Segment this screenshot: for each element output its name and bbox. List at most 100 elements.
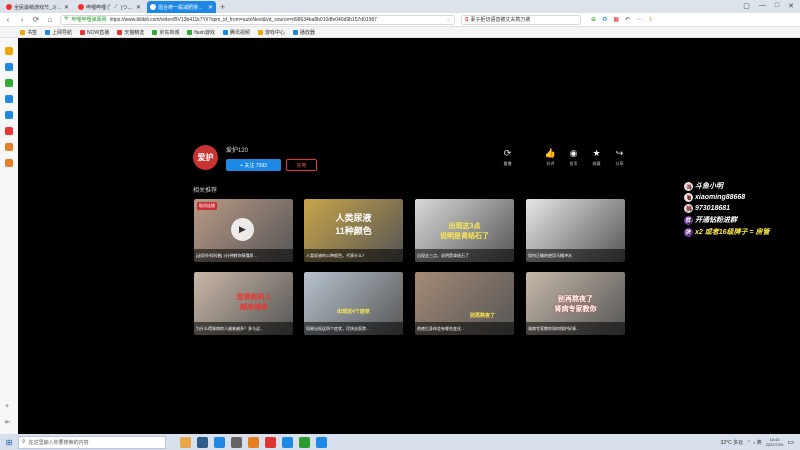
coin-button[interactable]: ◉ 投币 bbox=[562, 149, 585, 167]
tab-title: 哔哩哔哩 (゜-゜)つロ 干杯~-bilibili bbox=[86, 4, 134, 11]
favorite-button[interactable]: ★ 收藏 bbox=[585, 149, 608, 167]
refresh-icon[interactable]: ⟳ bbox=[32, 15, 40, 24]
back-icon[interactable]: ‹ bbox=[4, 15, 12, 24]
play-icon[interactable]: ▶ bbox=[231, 218, 254, 241]
taskbar-app-icon[interactable] bbox=[265, 436, 276, 448]
extension-icon[interactable]: ⊕ bbox=[591, 16, 596, 23]
replay-button[interactable]: ⟳ 重播 bbox=[496, 149, 519, 167]
toolbar-icons: ⊕ ♻ ▦ ↶ ⋯ ⇩ bbox=[591, 16, 653, 23]
browser-tab-active[interactable]: 混合痔一般减肥排尿 出钟血的原因✕ bbox=[147, 1, 216, 13]
replay-icon: ⟳ bbox=[503, 148, 512, 158]
video-title: [泌尿外科科普] 3分钟教你搞懂尿... bbox=[194, 249, 293, 262]
related-video-card[interactable]: 出现这3点 说明是肾结石了 出现这三点，说明是肾结石了 bbox=[415, 199, 514, 262]
related-video-card[interactable]: 人类尿液 11种颜色 人类尿液的11种颜色，代表什么？ bbox=[304, 199, 403, 262]
window-controls: ▢ — □ ✕ bbox=[737, 0, 800, 12]
share-button[interactable]: ↪ 分享 bbox=[608, 149, 631, 167]
bookmark-item[interactable]: NOW直播 bbox=[80, 29, 109, 36]
taskbar-app-icon[interactable] bbox=[299, 436, 310, 448]
more-icon[interactable]: ⋯ bbox=[636, 16, 642, 23]
taskbar-app-icon[interactable] bbox=[316, 436, 327, 448]
sidebar-app-icon[interactable] bbox=[5, 63, 13, 71]
avatar[interactable]: 爱护 bbox=[193, 145, 218, 170]
site-label: 哔哩哔哩弹幕网 bbox=[71, 17, 107, 23]
taskbar-app-icon[interactable] bbox=[231, 436, 242, 448]
bilibili-favicon-icon bbox=[78, 4, 84, 10]
taskbar-search[interactable]: ⚲ 在这里输入你要搜索的内容 bbox=[18, 435, 166, 449]
restore-icon[interactable]: ▢ bbox=[743, 2, 750, 10]
taskbar-app-icon[interactable] bbox=[214, 436, 225, 448]
search-placeholder: 在这里输入你要搜索的内容 bbox=[28, 439, 89, 446]
related-video-card[interactable]: 出现这4个症状 如果出现这四个症状，尽快去医院... bbox=[304, 272, 403, 335]
douyu-icon: 斗 bbox=[684, 181, 693, 191]
taskbar-app-icon[interactable] bbox=[248, 436, 259, 448]
bookmark-item[interactable]: 天猫精选 bbox=[117, 29, 144, 36]
maximize-icon[interactable]: □ bbox=[775, 2, 779, 10]
related-video-card[interactable]: 别再熬夜了 肾病专家教你 肾病专家教你如何保护好肾... bbox=[526, 272, 625, 335]
related-video-card[interactable]: 取消连播 ▶ [泌尿外科科普] 3分钟教你搞懂尿... bbox=[194, 199, 293, 262]
overlay-line: 牌 x2 或者16级牌子 = 房管 bbox=[684, 227, 770, 237]
taskbar-app-icon[interactable] bbox=[197, 436, 208, 448]
close-tab-icon[interactable]: ✕ bbox=[64, 4, 69, 11]
coin-icon: ◉ bbox=[569, 148, 578, 158]
bookmark-item[interactable]: 上网导航 bbox=[45, 29, 72, 36]
tray-icons[interactable]: ⌃ ♪ 英 bbox=[747, 439, 761, 446]
sync-icon[interactable]: ♻ bbox=[602, 16, 607, 23]
sidebar-bookmark-icon[interactable] bbox=[5, 47, 13, 55]
thumbnail-caption: 别再熬夜了 肾病专家教你 bbox=[554, 296, 597, 313]
taskbar-browser-icon[interactable] bbox=[282, 436, 293, 448]
follow-button[interactable]: + 关注 7993 bbox=[226, 159, 281, 171]
bookmark-item[interactable]: 京东商城 bbox=[152, 29, 179, 36]
start-button[interactable]: ⊞ bbox=[0, 434, 18, 450]
group-icon: 群 bbox=[684, 215, 693, 225]
bookmark-item[interactable]: 游戏中心 bbox=[257, 29, 285, 36]
search-input[interactable]: S 妻子拒切语音被丈夫携刀袭 bbox=[461, 14, 581, 25]
bookmark-star-icon[interactable]: ☆ bbox=[447, 17, 451, 23]
new-tab-button[interactable]: + bbox=[220, 2, 225, 12]
taskbar-app-icon[interactable] bbox=[180, 436, 191, 448]
sidebar-app-icon[interactable] bbox=[5, 143, 13, 151]
bookmark-star-icon bbox=[20, 29, 25, 35]
sidebar-app-icon[interactable] bbox=[5, 95, 13, 103]
home-icon[interactable]: ⌂ bbox=[46, 15, 54, 24]
related-video-card[interactable]: 别再熬夜了 熬夜后身体会有哪些变化... bbox=[415, 272, 514, 335]
thumbs-up-icon: 👍 bbox=[544, 148, 557, 158]
collapse-icon[interactable]: ⇤ bbox=[5, 418, 11, 426]
taskbar-apps bbox=[180, 436, 327, 448]
sidebar-wechat-icon[interactable] bbox=[5, 79, 13, 87]
browser-tab[interactable]: 哔哩哔哩 (゜-゜)つロ 干杯~-bilibili✕ bbox=[75, 1, 144, 13]
url-input[interactable]: ⛨ 哔哩哔哩弹幕网 https://www.bilibili.com/video… bbox=[60, 14, 455, 25]
related-video-card[interactable]: 如何正确的使用马桶冲水 bbox=[526, 199, 625, 262]
close-window-icon[interactable]: ✕ bbox=[788, 2, 794, 10]
sidebar-app-icon[interactable] bbox=[5, 159, 13, 167]
thumbnail-caption: 人类尿液 11种颜色 bbox=[335, 213, 372, 236]
author-name[interactable]: 爱护120 bbox=[226, 145, 317, 154]
sidebar-weibo-icon[interactable] bbox=[5, 127, 13, 135]
sidebar-app-icon[interactable] bbox=[5, 111, 13, 119]
apps-icon[interactable]: ▦ bbox=[613, 16, 619, 23]
add-icon[interactable]: + bbox=[5, 403, 11, 410]
forward-icon[interactable]: › bbox=[18, 15, 26, 24]
undo-icon[interactable]: ↶ bbox=[625, 16, 630, 23]
bookmark-item[interactable]: 腾讯视频 bbox=[222, 29, 250, 36]
close-tab-icon[interactable]: ✕ bbox=[208, 4, 213, 11]
notification-icon[interactable]: ▭ bbox=[787, 438, 794, 446]
like-button[interactable]: 👍 好评 bbox=[539, 149, 562, 167]
download-icon[interactable]: ⇩ bbox=[648, 16, 653, 23]
bookmark-item[interactable]: 书签 bbox=[20, 29, 37, 36]
bookmark-item[interactable]: flash游戏 bbox=[187, 29, 215, 36]
close-tab-icon[interactable]: ✕ bbox=[136, 4, 141, 11]
video-title: 如何正确的使用马桶冲水 bbox=[526, 249, 625, 262]
bookmark-item[interactable]: 播放器 bbox=[292, 29, 315, 36]
browser-tab[interactable]: 全民最萌游戏节_斗鱼直播平台✕ bbox=[3, 1, 72, 13]
related-video-card[interactable]: 患肾病的人 越来越多 为什么得肾病的人越来越多？多与这... bbox=[194, 272, 293, 335]
weather[interactable]: 32°C 多云 bbox=[721, 439, 744, 446]
minimize-icon[interactable]: — bbox=[759, 2, 766, 10]
cancel-autoplay-badge[interactable]: 取消连播 bbox=[197, 202, 217, 210]
taskbar: ⊞ ⚲ 在这里输入你要搜索的内容 32°C 多云 ⌃ ♪ 英 18:43 202… bbox=[0, 434, 800, 450]
clock[interactable]: 18:43 2022/7/29 bbox=[766, 437, 784, 447]
address-bar: ‹ › ⟳ ⌂ ⛨ 哔哩哔哩弹幕网 https://www.bilibili.c… bbox=[0, 13, 800, 27]
video-title: 出现这三点，说明是肾结石了 bbox=[415, 249, 514, 262]
thumbnail-caption: 别再熬夜了 bbox=[469, 313, 495, 319]
video-player-area[interactable]: 爱护 爱护120 + 关注 7993 充电 ⟳ 重播 👍 好评 ◉ 投币 ★ 收藏 ↪ 分… bbox=[18, 38, 800, 434]
charge-button[interactable]: 充电 bbox=[286, 159, 317, 171]
